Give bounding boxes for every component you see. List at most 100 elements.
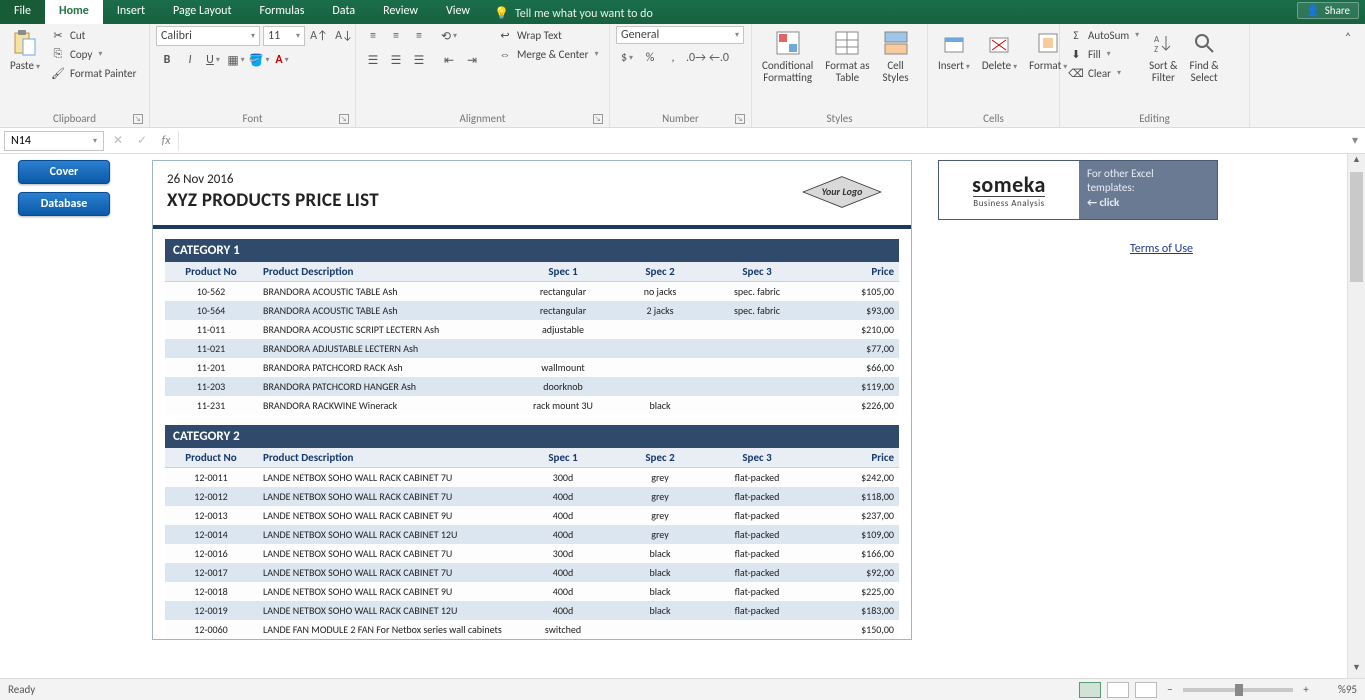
database-button[interactable]: Database (18, 192, 110, 216)
someka-promo-box[interactable]: someka Business Analysis For other Excel… (938, 160, 1218, 220)
cover-button[interactable]: Cover (18, 160, 110, 184)
column-header-row: Product NoProduct DescriptionSpec 1Spec … (165, 262, 899, 282)
fx-button[interactable]: fx (154, 134, 178, 148)
delete-cells-button[interactable]: Delete▾ (978, 26, 1021, 74)
name-box[interactable]: N14▾ (4, 131, 104, 151)
tab-page-layout[interactable]: Page Layout (159, 0, 245, 24)
someka-word: someka (972, 171, 1046, 198)
find-select-button[interactable]: Find & Select (1186, 26, 1223, 86)
scroll-thumb[interactable] (1350, 172, 1363, 282)
increase-decimal-button[interactable]: .0→ (685, 48, 707, 68)
table-row[interactable]: 12-0011LANDE NETBOX SOHO WALL RACK CABIN… (165, 468, 899, 487)
insert-cells-button[interactable]: Insert▾ (934, 26, 974, 74)
tab-insert[interactable]: Insert (103, 0, 159, 24)
clear-button[interactable]: ⌫Clear▾ (1066, 64, 1141, 82)
copy-button[interactable]: ⎘Copy▾ (48, 45, 138, 63)
vertical-scrollbar[interactable]: ▲ ▼ (1347, 154, 1365, 678)
font-size-select[interactable]: 11▾ (263, 26, 305, 46)
view-normal-button[interactable] (1079, 682, 1101, 698)
table-row[interactable]: 11-021BRANDORA ADJUSTABLE LECTERN Ash$77… (165, 339, 899, 358)
clipboard-dialog-launcher[interactable]: ↘ (133, 114, 143, 124)
terms-of-use-link[interactable]: Terms of Use (1130, 242, 1193, 256)
increase-font-button[interactable]: A↑ (308, 26, 330, 46)
format-as-table-button[interactable]: Format as Table (821, 26, 873, 86)
align-middle-button[interactable]: ≡ (385, 26, 407, 46)
align-left-button[interactable]: ☰ (362, 50, 384, 70)
group-styles: Conditional Formatting Format as Table C… (752, 24, 928, 127)
table-row[interactable]: 11-201BRANDORA PATCHCORD RACK Ashwallmou… (165, 358, 899, 377)
conditional-formatting-button[interactable]: Conditional Formatting (758, 26, 817, 86)
enter-formula-button[interactable]: ✓ (130, 133, 154, 148)
sort-filter-button[interactable]: AZSort & Filter (1145, 26, 1181, 86)
align-center-button[interactable]: ☰ (385, 50, 407, 70)
decrease-font-button[interactable]: A↓ (333, 26, 355, 46)
table-row[interactable]: 12-0014LANDE NETBOX SOHO WALL RACK CABIN… (165, 525, 899, 544)
cut-button[interactable]: ✂Cut (48, 26, 138, 44)
scroll-up-arrow[interactable]: ▲ (1348, 154, 1365, 170)
tab-view[interactable]: View (432, 0, 484, 24)
decrease-decimal-button[interactable]: ←.0 (708, 48, 730, 68)
accounting-format-button[interactable]: $▾ (616, 48, 638, 68)
zoom-in-button[interactable]: + (1299, 683, 1313, 696)
table-row[interactable]: 10-564BRANDORA ACOUSTIC TABLE Ashrectang… (165, 301, 899, 320)
tab-review[interactable]: Review (369, 0, 432, 24)
merge-center-button[interactable]: ⇔Merge & Center▾ (495, 45, 601, 63)
tab-formulas[interactable]: Formulas (245, 0, 318, 24)
zoom-slider[interactable] (1183, 688, 1293, 692)
expand-formula-bar[interactable]: ▾ (1345, 133, 1365, 148)
table-row[interactable]: 11-011BRANDORA ACOUSTIC SCRIPT LECTERN A… (165, 320, 899, 339)
status-bar: Ready − + %95 (0, 678, 1365, 700)
autosum-button[interactable]: ΣAutoSum▾ (1066, 26, 1141, 44)
share-button[interactable]: 👤 Share (1297, 2, 1359, 19)
increase-indent-button[interactable]: ⇥ (461, 50, 483, 70)
bucket-icon: 🪣 (249, 53, 264, 68)
decrease-indent-button[interactable]: ⇤ (438, 50, 460, 70)
table-row[interactable]: 12-0013LANDE NETBOX SOHO WALL RACK CABIN… (165, 506, 899, 525)
formula-input[interactable] (178, 131, 1345, 151)
tab-home[interactable]: Home (45, 0, 103, 24)
scroll-down-arrow[interactable]: ▼ (1348, 662, 1365, 678)
zoom-slider-knob[interactable] (1235, 684, 1243, 696)
table-row[interactable]: 12-0060LANDE FAN MODULE 2 FAN For Netbox… (165, 620, 899, 639)
align-top-button[interactable]: ≡ (362, 26, 384, 46)
wrap-text-button[interactable]: ↩Wrap Text (495, 26, 601, 44)
orientation-button[interactable]: ⟲▾ (438, 26, 460, 46)
font-name-select[interactable]: Calibri▾ (156, 26, 260, 46)
align-bottom-button[interactable]: ≡ (408, 26, 430, 46)
collapse-ribbon-button[interactable]: ˄ (1337, 28, 1359, 48)
fill-button[interactable]: ⬇Fill▾ (1066, 45, 1141, 63)
format-painter-button[interactable]: 🖌Format Painter (48, 64, 138, 82)
table-row[interactable]: 12-0016LANDE NETBOX SOHO WALL RACK CABIN… (165, 544, 899, 563)
align-right-button[interactable]: ☰ (408, 50, 430, 70)
font-color-button[interactable]: A▾ (271, 50, 293, 70)
table-row[interactable]: 12-0012LANDE NETBOX SOHO WALL RACK CABIN… (165, 487, 899, 506)
table-row[interactable]: 11-231BRANDORA RACKWINE Winerackrack mou… (165, 396, 899, 415)
view-page-layout-button[interactable] (1107, 682, 1129, 698)
table-row[interactable]: 11-203BRANDORA PATCHCORD HANGER Ashdoork… (165, 377, 899, 396)
view-page-break-button[interactable] (1135, 682, 1157, 698)
cell-styles-button[interactable]: Cell Styles (878, 26, 914, 86)
table-row[interactable]: 12-0018LANDE NETBOX SOHO WALL RACK CABIN… (165, 582, 899, 601)
bold-button[interactable]: B (156, 50, 178, 70)
font-dialog-launcher[interactable]: ↘ (339, 114, 349, 124)
borders-button[interactable]: ▦▾ (225, 50, 247, 70)
alignment-dialog-launcher[interactable]: ↘ (593, 114, 603, 124)
paste-button[interactable]: Paste▾ (6, 26, 44, 74)
tell-me[interactable]: 💡 Tell me what you want to do (484, 0, 663, 24)
fill-color-button[interactable]: 🪣▾ (248, 50, 270, 70)
tab-data[interactable]: Data (318, 0, 369, 24)
table-row[interactable]: 12-0019LANDE NETBOX SOHO WALL RACK CABIN… (165, 601, 899, 620)
worksheet[interactable]: Cover Database 26 Nov 2016 XYZ PRODUCTS … (0, 154, 1347, 678)
zoom-out-button[interactable]: − (1163, 683, 1177, 696)
percent-format-button[interactable]: % (639, 48, 661, 68)
cancel-formula-button[interactable]: ✕ (106, 133, 130, 148)
table-row[interactable]: 12-0017LANDE NETBOX SOHO WALL RACK CABIN… (165, 563, 899, 582)
tab-file[interactable]: File (0, 0, 45, 24)
number-dialog-launcher[interactable]: ↘ (735, 114, 745, 124)
comma-format-button[interactable]: , (662, 48, 684, 68)
zoom-level[interactable]: %95 (1319, 683, 1357, 696)
number-format-select[interactable]: General▾ (616, 26, 744, 44)
italic-button[interactable]: I (179, 50, 201, 70)
table-row[interactable]: 10-562BRANDORA ACOUSTIC TABLE Ashrectang… (165, 282, 899, 301)
underline-button[interactable]: U▾ (202, 50, 224, 70)
